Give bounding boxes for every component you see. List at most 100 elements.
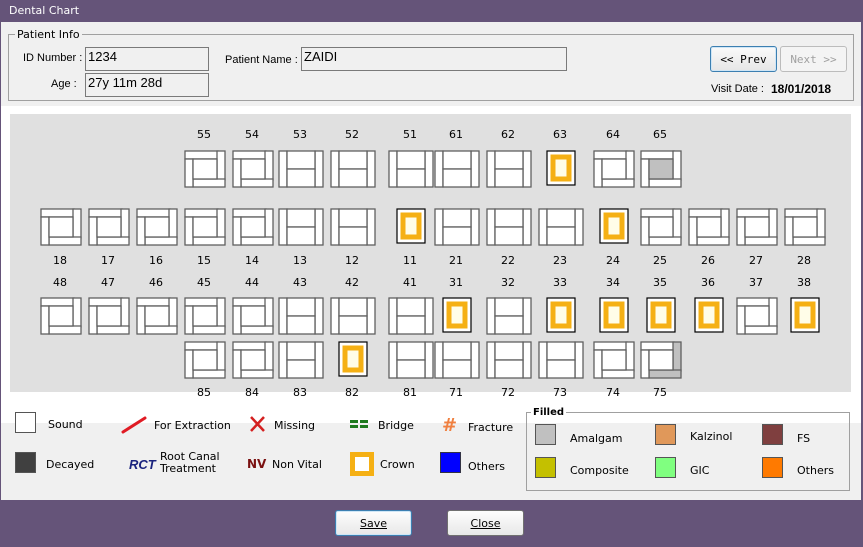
surface-right[interactable] <box>216 341 226 372</box>
surface-left[interactable] <box>184 216 194 246</box>
close-button[interactable]: Close <box>447 510 524 536</box>
surface-distal[interactable] <box>424 297 434 335</box>
patient-name-field[interactable]: ZAIDI <box>301 47 567 71</box>
surface-distal[interactable] <box>574 341 584 379</box>
tooth-44[interactable] <box>232 297 274 335</box>
surface-occlusal[interactable] <box>144 305 170 327</box>
tooth-31[interactable] <box>434 297 480 335</box>
surface-right[interactable] <box>216 150 226 181</box>
surface-top[interactable] <box>136 208 171 218</box>
surface-labial[interactable] <box>442 208 472 228</box>
surface-right[interactable] <box>72 297 82 328</box>
tooth-35[interactable] <box>640 297 682 335</box>
surface-right[interactable] <box>625 341 635 372</box>
surface-mesial[interactable] <box>434 208 444 246</box>
surface-occlusal[interactable] <box>601 158 627 180</box>
surface-top[interactable] <box>784 208 819 218</box>
tooth-48[interactable] <box>40 297 82 335</box>
tooth-84[interactable] <box>232 341 274 379</box>
surface-labial[interactable] <box>546 341 576 361</box>
surface-mesial[interactable] <box>538 208 548 246</box>
surface-bottom[interactable] <box>601 369 635 379</box>
surface-top[interactable] <box>593 341 628 351</box>
surface-labial[interactable] <box>286 297 316 317</box>
surface-bottom[interactable] <box>648 369 682 379</box>
surface-lingual[interactable] <box>494 168 524 188</box>
surface-labial[interactable] <box>494 208 524 228</box>
surface-right[interactable] <box>625 150 635 181</box>
surface-occlusal[interactable] <box>648 216 674 238</box>
surface-top[interactable] <box>232 150 267 160</box>
tooth-41[interactable] <box>388 297 434 335</box>
tooth-63[interactable] <box>538 150 584 188</box>
surface-occlusal[interactable] <box>96 305 122 327</box>
tooth-32[interactable] <box>486 297 532 335</box>
surface-top[interactable] <box>184 150 219 160</box>
surface-occlusal[interactable] <box>648 349 674 371</box>
surface-mesial[interactable] <box>486 297 496 335</box>
surface-top[interactable] <box>40 297 75 307</box>
tooth-17[interactable] <box>88 208 130 246</box>
tooth-73[interactable] <box>538 341 584 379</box>
surface-lingual[interactable] <box>396 168 426 188</box>
surface-distal[interactable] <box>522 150 532 188</box>
surface-mesial[interactable] <box>278 341 288 379</box>
surface-right[interactable] <box>720 208 730 239</box>
prev-button[interactable]: << Prev <box>710 46 777 72</box>
surface-mesial[interactable] <box>434 341 444 379</box>
surface-occlusal[interactable] <box>192 216 218 238</box>
tooth-23[interactable] <box>538 208 584 246</box>
surface-labial[interactable] <box>338 208 368 228</box>
tooth-26[interactable] <box>688 208 730 246</box>
surface-lingual[interactable] <box>338 168 368 188</box>
surface-labial[interactable] <box>494 150 524 170</box>
tooth-82[interactable] <box>330 341 376 379</box>
surface-left[interactable] <box>232 216 242 246</box>
surface-right[interactable] <box>264 341 274 372</box>
surface-left[interactable] <box>136 305 146 335</box>
surface-labial[interactable] <box>338 150 368 170</box>
surface-lingual[interactable] <box>338 315 368 335</box>
surface-distal[interactable] <box>522 341 532 379</box>
tooth-15[interactable] <box>184 208 226 246</box>
surface-lingual[interactable] <box>338 226 368 246</box>
surface-left[interactable] <box>136 216 146 246</box>
surface-top[interactable] <box>88 208 123 218</box>
tooth-45[interactable] <box>184 297 226 335</box>
tooth-46[interactable] <box>136 297 178 335</box>
surface-mesial[interactable] <box>330 297 340 335</box>
next-button[interactable]: Next >> <box>780 46 847 72</box>
surface-occlusal[interactable] <box>48 305 74 327</box>
surface-labial[interactable] <box>338 297 368 317</box>
surface-top[interactable] <box>593 150 628 160</box>
surface-right[interactable] <box>816 208 826 239</box>
surface-lingual[interactable] <box>546 359 576 379</box>
tooth-36[interactable] <box>688 297 730 335</box>
tooth-42[interactable] <box>330 297 376 335</box>
surface-occlusal[interactable] <box>601 349 627 371</box>
surface-left[interactable] <box>232 349 242 379</box>
surface-bottom[interactable] <box>648 236 682 246</box>
surface-occlusal[interactable] <box>240 305 266 327</box>
surface-bottom[interactable] <box>192 325 226 335</box>
surface-top[interactable] <box>640 150 675 160</box>
tooth-75[interactable] <box>640 341 682 379</box>
surface-left[interactable] <box>184 349 194 379</box>
surface-left[interactable] <box>688 216 698 246</box>
tooth-11[interactable] <box>388 208 434 246</box>
surface-distal[interactable] <box>314 150 324 188</box>
surface-occlusal[interactable] <box>144 216 170 238</box>
tooth-74[interactable] <box>593 341 635 379</box>
tooth-72[interactable] <box>486 341 532 379</box>
tooth-51[interactable] <box>388 150 434 188</box>
surface-labial[interactable] <box>396 341 426 361</box>
surface-right[interactable] <box>120 208 130 239</box>
tooth-85[interactable] <box>184 341 226 379</box>
surface-labial[interactable] <box>494 341 524 361</box>
tooth-43[interactable] <box>278 297 324 335</box>
surface-bottom[interactable] <box>96 236 130 246</box>
surface-bottom[interactable] <box>744 236 778 246</box>
surface-lingual[interactable] <box>286 315 316 335</box>
surface-distal[interactable] <box>574 208 584 246</box>
surface-left[interactable] <box>784 216 794 246</box>
